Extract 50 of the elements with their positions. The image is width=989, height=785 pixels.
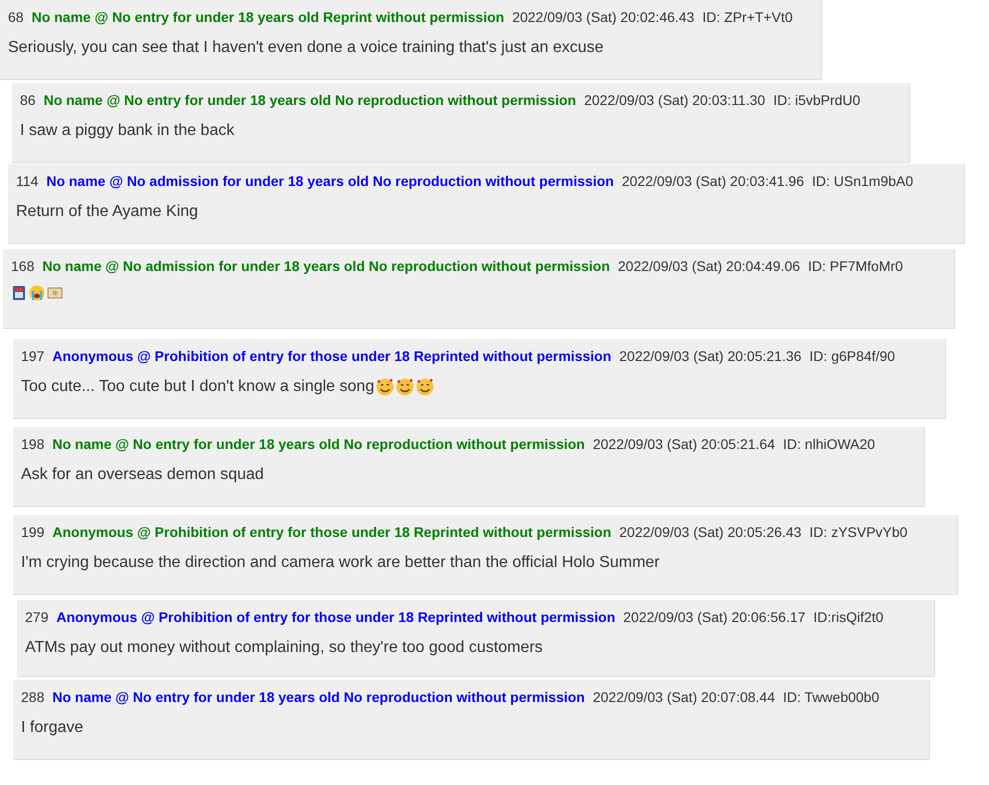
post-date: 2022/09/03 (Sat) 20:03:41.96: [622, 173, 804, 189]
post-number: 288: [21, 689, 44, 705]
post-date: 2022/09/03 (Sat) 20:05:26.43: [619, 524, 802, 540]
post-text: Return of the Ayame King: [16, 202, 198, 222]
post-number: 198: [21, 436, 44, 452]
post-text: Seriously, you can see that I haven't even done a voice training that's just an excuse: [8, 38, 604, 58]
post-text: Ask for an overseas demon squad: [21, 465, 264, 485]
poster-id: ID: PF7MfoMr0: [808, 258, 903, 274]
poster-id: ID: ZPr+T+Vt0: [702, 9, 793, 25]
post-text: I saw a piggy bank in the back: [20, 121, 234, 141]
smiling-face-with-hearts-icon: [376, 378, 394, 396]
post-text: Too cute... Too cute but I don't know a single song: [21, 377, 374, 397]
post-date: 2022/09/03 (Sat) 20:03:11.30: [584, 92, 766, 108]
poster-name: No name @ No entry for under 18 years old Reprint without permission: [32, 9, 504, 25]
post-date: 2022/09/03 (Sat) 20:07:08.44: [592, 689, 776, 705]
poster-id: ID: g6P84f/90: [809, 348, 896, 364]
post-date: 2022/09/03 (Sat) 20:05:21.64: [592, 436, 776, 452]
poster-name: No name @ No admission for under 18 years old No reproduction without permission: [42, 258, 610, 274]
post-number: 279: [25, 609, 48, 625]
poster-name: No name @ No entry for under 18 years old No reproduction without permission: [52, 689, 585, 705]
poster-name: No name @ No entry for under 18 years old No reproduction without permission: [52, 436, 585, 452]
post-text: I'm crying because the direction and camera work are better than the official Holo Summer: [21, 553, 660, 573]
poster-id: ID: Twweb00b0: [783, 689, 880, 705]
atm-icon: [11, 285, 27, 301]
post-text: ATMs pay out money without complaining, so they're too good customers: [25, 638, 543, 658]
poster-id: ID:risQif2t0: [813, 609, 884, 625]
post-number: 168: [11, 258, 34, 274]
poster-id: ID: USn1m9bA0: [812, 173, 914, 189]
post-number: 114: [16, 173, 38, 189]
post-date: 2022/09/03 (Sat) 20:06:56.17: [623, 609, 806, 625]
poster-name: No name @ No entry for under 18 years old No reproduction without permission: [44, 92, 576, 108]
post-date: 2022/09/03 (Sat) 20:02:46.43: [512, 9, 694, 25]
poster-name: No name @ No admission for under 18 years old No reproduction without permission: [46, 173, 614, 189]
poster-id: ID: zYSVPvYb0: [809, 524, 908, 540]
poster-id: ID: i5vbPrdU0: [773, 92, 860, 108]
poster-name: Anonymous @ Prohibition of entry for those under 18 Reprinted without permission: [52, 524, 612, 540]
poster-name: Anonymous @ Prohibition of entry for those under 18 Reprinted without permission: [56, 609, 616, 625]
poster-id: ID: nlhiOWA20: [783, 436, 876, 452]
post-number: 86: [20, 92, 36, 108]
post-number: 199: [21, 524, 44, 540]
smiling-face-with-hearts-icon: [416, 378, 434, 396]
post-number: 197: [21, 348, 44, 364]
crying-face-icon: [29, 285, 45, 301]
smiling-face-with-hearts-icon: [396, 378, 414, 396]
post-date: 2022/09/03 (Sat) 20:05:21.36: [619, 348, 802, 364]
banknote-icon: [47, 285, 63, 301]
post-number: 68: [8, 9, 24, 25]
post-date: 2022/09/03 (Sat) 20:04:49.06: [618, 258, 800, 274]
poster-name: Anonymous @ Prohibition of entry for those under 18 Reprinted without permission: [52, 348, 612, 364]
post-text: I forgave: [21, 718, 84, 738]
